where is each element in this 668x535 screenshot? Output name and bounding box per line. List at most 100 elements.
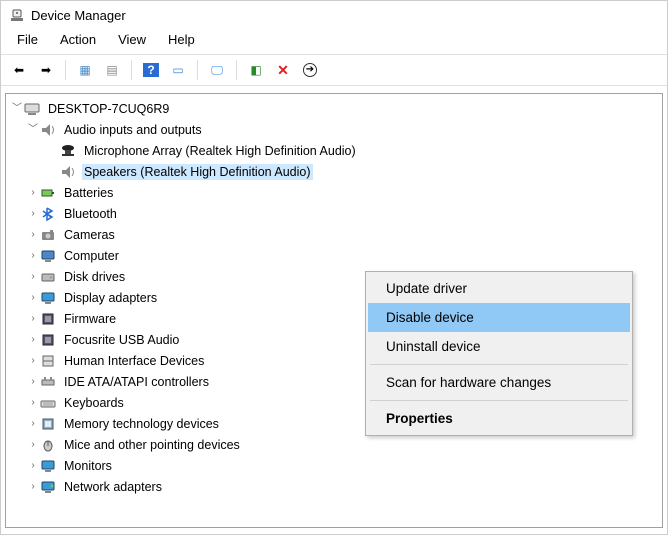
category-label: Human Interface Devices bbox=[62, 353, 206, 369]
toolbar-separator bbox=[131, 60, 132, 80]
tree-category[interactable]: › Batteries bbox=[6, 182, 662, 203]
tree-category[interactable]: › Bluetooth bbox=[6, 203, 662, 224]
tree-device-mic[interactable]: Microphone Array (Realtek High Definitio… bbox=[6, 140, 662, 161]
show-hide-console-button[interactable]: ▦ bbox=[73, 59, 97, 81]
category-icon bbox=[40, 479, 56, 495]
audio-icon bbox=[40, 122, 56, 138]
category-icon bbox=[40, 374, 56, 390]
arrow-right-icon: ➡ bbox=[41, 64, 51, 76]
expander-icon[interactable]: › bbox=[26, 333, 40, 347]
expander-icon[interactable]: › bbox=[26, 186, 40, 200]
category-label: Display adapters bbox=[62, 290, 159, 306]
category-icon bbox=[40, 353, 56, 369]
category-icon bbox=[40, 248, 56, 264]
toolbar-separator bbox=[236, 60, 237, 80]
update-driver-button[interactable]: 🖵 bbox=[205, 59, 229, 81]
toolbar-separator bbox=[65, 60, 66, 80]
ctx-uninstall-device[interactable]: Uninstall device bbox=[368, 332, 630, 361]
category-label: Batteries bbox=[62, 185, 115, 201]
action-button[interactable]: ▭ bbox=[166, 59, 190, 81]
expander-icon[interactable]: › bbox=[26, 396, 40, 410]
menu-help[interactable]: Help bbox=[158, 29, 205, 50]
category-label: Mice and other pointing devices bbox=[62, 437, 242, 453]
forward-button[interactable]: ➡ bbox=[34, 59, 58, 81]
menu-file[interactable]: File bbox=[7, 29, 48, 50]
category-label: Memory technology devices bbox=[62, 416, 221, 432]
context-menu: Update driver Disable device Uninstall d… bbox=[365, 271, 633, 436]
computer-name: DESKTOP-7CUQ6R9 bbox=[46, 101, 171, 117]
menu-view[interactable]: View bbox=[108, 29, 156, 50]
category-icon bbox=[40, 458, 56, 474]
tree-root[interactable]: ﹀ DESKTOP-7CUQ6R9 bbox=[6, 98, 662, 119]
help-button[interactable]: ? bbox=[139, 59, 163, 81]
tree-category[interactable]: › Mice and other pointing devices bbox=[6, 434, 662, 455]
device-label: Microphone Array (Realtek High Definitio… bbox=[82, 143, 358, 159]
properties-button[interactable]: ▤ bbox=[100, 59, 124, 81]
category-label: Keyboards bbox=[62, 395, 126, 411]
tree-category[interactable]: ›Monitors bbox=[6, 455, 662, 476]
ctx-separator bbox=[370, 364, 628, 365]
expander-icon[interactable]: › bbox=[26, 228, 40, 242]
category-icon bbox=[40, 416, 56, 432]
category-label: Bluetooth bbox=[62, 206, 119, 222]
category-label: Audio inputs and outputs bbox=[62, 122, 204, 138]
category-icon bbox=[40, 332, 56, 348]
help-icon: ? bbox=[143, 63, 158, 77]
category-label: Disk drives bbox=[62, 269, 127, 285]
uninstall-button[interactable]: ✕ bbox=[271, 59, 295, 81]
ctx-scan-hardware[interactable]: Scan for hardware changes bbox=[368, 368, 630, 397]
expander-icon[interactable]: › bbox=[26, 459, 40, 473]
expander-icon[interactable]: › bbox=[26, 291, 40, 305]
ctx-properties[interactable]: Properties bbox=[368, 404, 630, 433]
expander-icon[interactable]: ﹀ bbox=[26, 123, 40, 137]
category-icon bbox=[40, 185, 56, 201]
tree-device-speakers[interactable]: Speakers (Realtek High Definition Audio) bbox=[6, 161, 662, 182]
speaker-icon bbox=[60, 164, 76, 180]
tree-category[interactable]: ›Computer bbox=[6, 245, 662, 266]
back-button[interactable]: ⬅ bbox=[7, 59, 31, 81]
menubar: File Action View Help bbox=[1, 25, 667, 55]
expander-icon[interactable]: › bbox=[26, 312, 40, 326]
category-icon bbox=[40, 206, 56, 222]
scan-icon: ➔ bbox=[303, 63, 317, 77]
tree-category[interactable]: › Network adapters bbox=[6, 476, 662, 497]
category-label: Firmware bbox=[62, 311, 118, 327]
category-label: Network adapters bbox=[62, 479, 164, 495]
expander-icon[interactable]: › bbox=[26, 417, 40, 431]
scan-hardware-button[interactable]: ➔ bbox=[298, 59, 322, 81]
expander-icon[interactable]: › bbox=[26, 375, 40, 389]
device-manager-window: Device Manager File Action View Help ⬅ ➡… bbox=[0, 0, 668, 535]
expander-icon[interactable]: › bbox=[26, 354, 40, 368]
x-icon: ✕ bbox=[277, 63, 289, 77]
category-icon bbox=[40, 311, 56, 327]
toolbar: ⬅ ➡ ▦ ▤ ? ▭ 🖵 ◧ ✕ ➔ bbox=[1, 55, 667, 86]
console-icon: ▦ bbox=[79, 64, 90, 76]
tree-area: ﹀ DESKTOP-7CUQ6R9 ﹀ Audio inputs and out… bbox=[1, 86, 667, 534]
category-label: IDE ATA/ATAPI controllers bbox=[62, 374, 211, 390]
sheet-icon: ▭ bbox=[172, 64, 183, 76]
expander-icon[interactable]: › bbox=[26, 249, 40, 263]
category-icon bbox=[40, 290, 56, 306]
ctx-separator bbox=[370, 400, 628, 401]
expander-icon[interactable]: › bbox=[26, 480, 40, 494]
expander-icon[interactable]: › bbox=[26, 438, 40, 452]
computer-icon bbox=[24, 101, 40, 117]
tree-category-audio[interactable]: ﹀ Audio inputs and outputs bbox=[6, 119, 662, 140]
enable-icon: ◧ bbox=[250, 64, 261, 76]
microphone-icon bbox=[60, 143, 76, 159]
toolbar-separator bbox=[197, 60, 198, 80]
ctx-update-driver[interactable]: Update driver bbox=[368, 274, 630, 303]
category-label: Cameras bbox=[62, 227, 117, 243]
expander-icon[interactable]: › bbox=[26, 207, 40, 221]
device-label: Speakers (Realtek High Definition Audio) bbox=[82, 164, 313, 180]
window-title: Device Manager bbox=[31, 8, 126, 23]
properties-icon: ▤ bbox=[106, 64, 117, 76]
ctx-disable-device[interactable]: Disable device bbox=[368, 303, 630, 332]
enable-button[interactable]: ◧ bbox=[244, 59, 268, 81]
menu-action[interactable]: Action bbox=[50, 29, 106, 50]
expander-icon[interactable]: ﹀ bbox=[10, 102, 24, 116]
app-icon bbox=[9, 7, 25, 23]
tree-category[interactable]: › Cameras bbox=[6, 224, 662, 245]
category-icon bbox=[40, 437, 56, 453]
expander-icon[interactable]: › bbox=[26, 270, 40, 284]
